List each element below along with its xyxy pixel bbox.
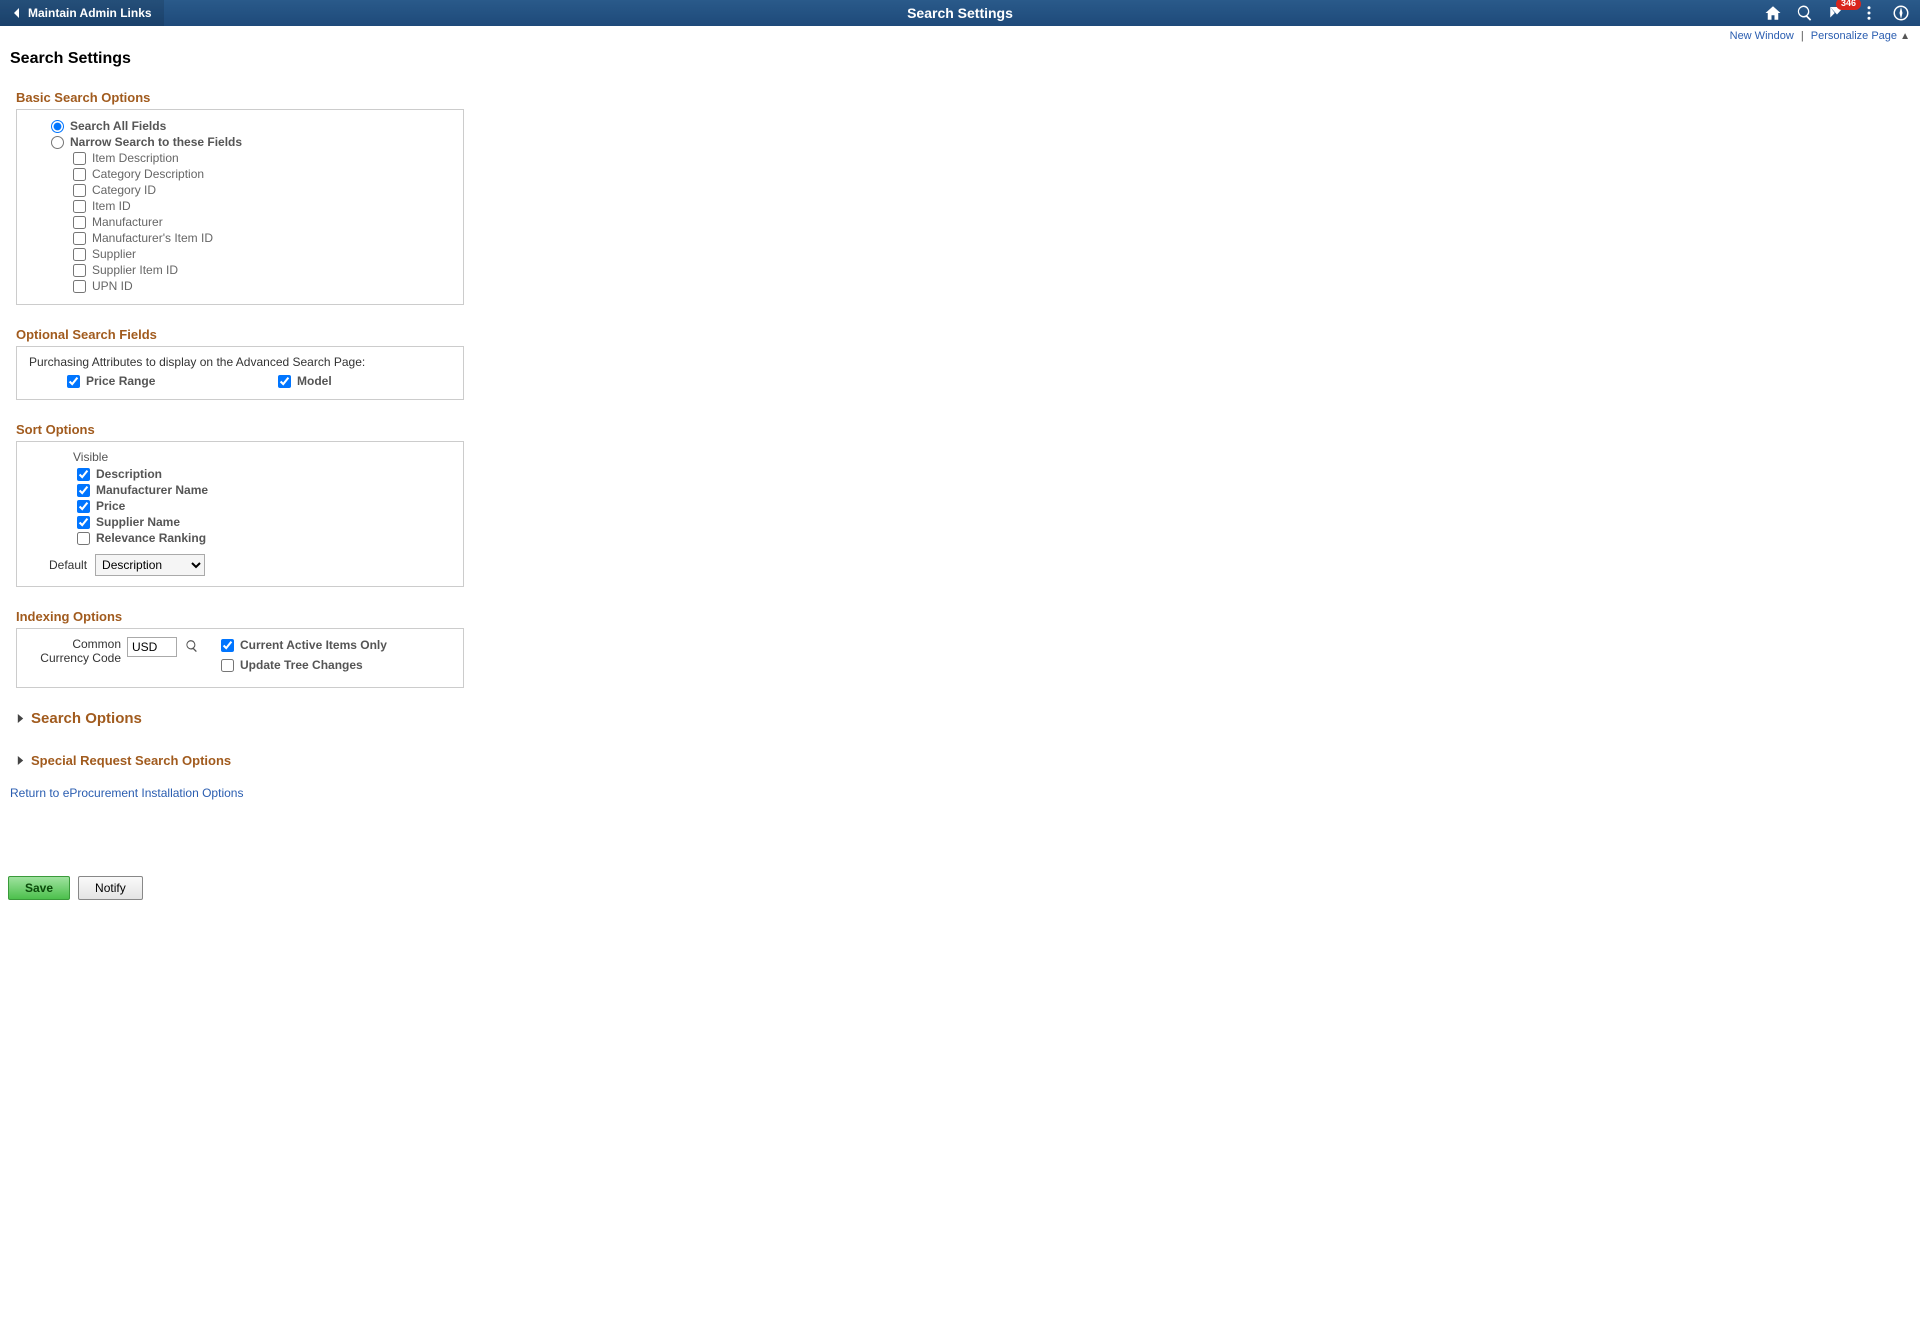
model-label: Model [297,374,332,388]
chevron-left-icon [12,8,22,18]
field-supplier-checkbox[interactable] [73,248,86,261]
sort-price-label: Price [96,499,125,513]
sort-price-checkbox[interactable] [77,500,90,513]
narrow-search-radio[interactable] [51,136,64,149]
breadcrumb-back[interactable]: Maintain Admin Links [0,0,164,26]
field-supplier-item-id-checkbox[interactable] [73,264,86,277]
notifications-icon[interactable]: 346 [1828,4,1846,22]
sort-relevance-label: Relevance Ranking [96,531,206,545]
actions-menu-icon[interactable] [1860,4,1878,22]
expand-right-icon [16,714,25,723]
narrow-search-label: Narrow Search to these Fields [70,135,242,149]
price-range-checkbox[interactable] [67,375,80,388]
update-tree-checkbox[interactable] [221,659,234,672]
notify-button[interactable]: Notify [78,876,143,900]
basic-search-title: Basic Search Options [16,90,1920,105]
active-items-label: Current Active Items Only [240,638,387,652]
optional-search-message: Purchasing Attributes to display on the … [29,355,451,369]
model-checkbox[interactable] [278,375,291,388]
field-category-description-checkbox[interactable] [73,168,86,181]
sort-description-label: Description [96,467,162,481]
currency-lookup-button[interactable] [183,637,201,655]
search-all-label: Search All Fields [70,119,166,133]
field-item-id-label: Item ID [92,199,131,213]
optional-search-title: Optional Search Fields [16,327,1920,342]
page-heading: Search Settings [0,42,1920,82]
sort-options-group: Visible Description Manufacturer Name Pr… [16,441,464,587]
field-item-description-label: Item Description [92,151,179,165]
search-all-radio[interactable] [51,120,64,133]
field-upn-id-label: UPN ID [92,279,133,293]
field-item-description-checkbox[interactable] [73,152,86,165]
sort-manufacturer-checkbox[interactable] [77,484,90,497]
update-tree-label: Update Tree Changes [240,658,363,672]
sort-default-select[interactable]: Description [95,554,205,576]
currency-code-input[interactable] [127,637,177,657]
indexing-options-title: Indexing Options [16,609,1920,624]
search-icon[interactable] [1796,4,1814,22]
caret-up-icon[interactable]: ▲ [1900,31,1910,42]
active-items-checkbox[interactable] [221,639,234,652]
field-upn-id-checkbox[interactable] [73,280,86,293]
search-options-toggle[interactable]: Search Options [16,710,1920,727]
field-supplier-label: Supplier [92,247,136,261]
sort-default-label: Default [49,558,87,572]
sort-visible-header: Visible [73,450,451,464]
personalize-page-link[interactable]: Personalize Page [1811,30,1897,42]
page-links-row: New Window | Personalize Page ▲ [0,26,1920,42]
field-manufacturer-item-id-checkbox[interactable] [73,232,86,245]
sort-manufacturer-label: Manufacturer Name [96,483,208,497]
nav-icon[interactable] [1892,4,1910,22]
field-manufacturer-label: Manufacturer [92,215,163,229]
sort-supplier-label: Supplier Name [96,515,180,529]
return-link[interactable]: Return to eProcurement Installation Opti… [10,786,1920,800]
field-category-description-label: Category Description [92,167,204,181]
field-category-id-checkbox[interactable] [73,184,86,197]
field-manufacturer-item-id-label: Manufacturer's Item ID [92,231,213,245]
field-manufacturer-checkbox[interactable] [73,216,86,229]
header-bar: Maintain Admin Links Search Settings 346 [0,0,1920,26]
special-request-toggle[interactable]: Special Request Search Options [16,753,1920,768]
save-button[interactable]: Save [8,876,70,900]
basic-search-group: Search All Fields Narrow Search to these… [16,109,464,305]
link-separator: | [1801,30,1804,42]
sort-options-title: Sort Options [16,422,1920,437]
field-supplier-item-id-label: Supplier Item ID [92,263,178,277]
expand-right-icon [16,756,25,765]
special-request-title: Special Request Search Options [31,753,231,768]
field-item-id-checkbox[interactable] [73,200,86,213]
sort-relevance-checkbox[interactable] [77,532,90,545]
price-range-label: Price Range [86,374,155,388]
sort-description-checkbox[interactable] [77,468,90,481]
search-options-title: Search Options [31,710,142,727]
search-icon [185,639,199,653]
currency-code-label: Common Currency Code [29,637,121,666]
optional-search-group: Purchasing Attributes to display on the … [16,346,464,400]
notification-badge: 346 [1836,0,1861,10]
new-window-link[interactable]: New Window [1730,30,1794,42]
home-icon[interactable] [1764,4,1782,22]
indexing-options-group: Common Currency Code Current Active Item… [16,628,464,688]
field-category-id-label: Category ID [92,183,156,197]
breadcrumb-label: Maintain Admin Links [28,6,152,20]
sort-supplier-checkbox[interactable] [77,516,90,529]
page-title-header: Search Settings [907,5,1013,21]
